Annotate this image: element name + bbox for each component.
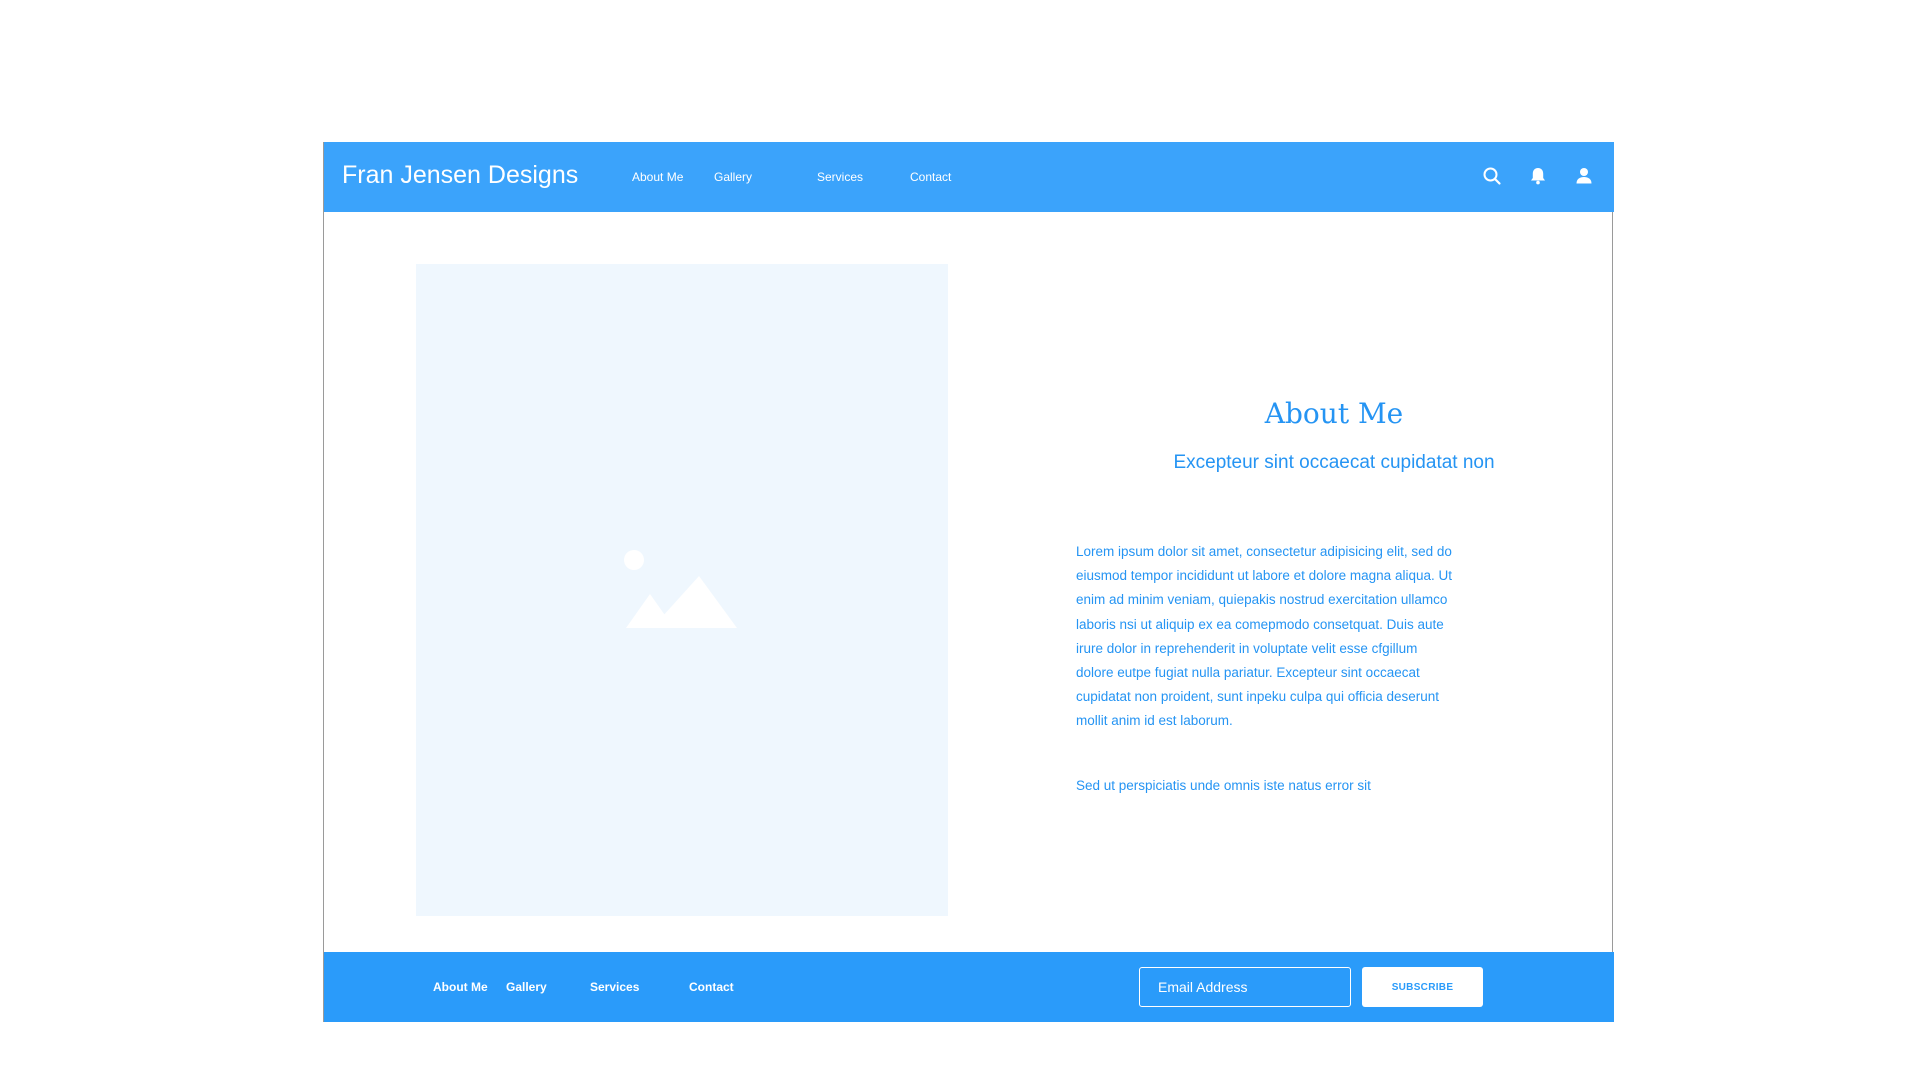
top-navbar: Fran Jensen Designs About Me Gallery Ser…	[324, 142, 1614, 212]
about-image-placeholder	[416, 264, 948, 916]
image-placeholder-icon	[624, 550, 737, 628]
about-title: About Me	[1264, 397, 1404, 430]
footer-link-about-me[interactable]: About Me	[433, 980, 488, 994]
about-paragraph-secondary: Sed ut perspiciatis unde omnis iste natu…	[1076, 778, 1371, 793]
about-paragraph: Lorem ipsum dolor sit amet, consectetur …	[1076, 544, 1452, 729]
nav-link-gallery[interactable]: Gallery	[714, 170, 752, 184]
footer-link-contact[interactable]: Contact	[689, 980, 734, 994]
nav-link-services[interactable]: Services	[817, 170, 863, 184]
bell-icon[interactable]	[1527, 165, 1549, 187]
nav-link-contact[interactable]: Contact	[910, 170, 951, 184]
brand-logo[interactable]: Fran Jensen Designs	[342, 161, 578, 190]
user-icon[interactable]	[1573, 165, 1595, 187]
nav-link-about-me[interactable]: About Me	[632, 170, 683, 184]
about-subtitle: Excepteur sint occaecat cupidatat non	[1173, 452, 1495, 473]
email-input[interactable]	[1139, 967, 1351, 1007]
footer: About Me Gallery Services Contact SUBSCR…	[324, 952, 1614, 1022]
footer-link-services[interactable]: Services	[590, 980, 639, 994]
footer-link-gallery[interactable]: Gallery	[506, 980, 547, 994]
search-icon[interactable]	[1481, 165, 1503, 187]
page-frame: Fran Jensen Designs About Me Gallery Ser…	[323, 142, 1614, 1022]
subscribe-button[interactable]: SUBSCRIBE	[1362, 967, 1483, 1007]
